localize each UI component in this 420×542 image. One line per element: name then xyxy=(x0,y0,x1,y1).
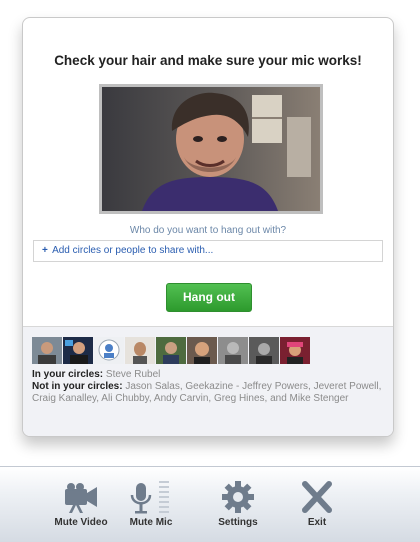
mic-level-icon xyxy=(159,481,169,513)
hang-out-button[interactable]: Hang out xyxy=(166,283,252,312)
circles-section: In your circles: Steve Rubel Not in your… xyxy=(23,326,393,436)
avatar[interactable] xyxy=(249,337,279,364)
avatar-row xyxy=(32,337,310,364)
hangout-prompt: Who do you want to hang out with? xyxy=(129,225,287,236)
settings-button[interactable]: Settings xyxy=(198,479,278,528)
hangout-dialog: Check your hair and make sure your mic w… xyxy=(22,17,394,437)
avatar[interactable] xyxy=(63,337,93,364)
avatar[interactable] xyxy=(125,337,155,364)
in-circles-people: Steve Rubel xyxy=(105,369,161,380)
avatar[interactable] xyxy=(280,337,310,364)
avatar[interactable] xyxy=(32,337,62,364)
in-circles-line: In your circles: Steve Rubel xyxy=(32,369,384,381)
avatar[interactable] xyxy=(156,337,186,364)
in-circles-label: In your circles: xyxy=(32,369,104,380)
share-with-input[interactable]: + Add circles or people to share with... xyxy=(33,240,383,262)
video-preview xyxy=(99,84,323,214)
exit-button[interactable]: Exit xyxy=(277,479,357,528)
hangout-toolbar: Mute Video Mute Mic Settings Exit xyxy=(0,466,420,542)
avatar[interactable] xyxy=(94,337,124,364)
add-icon: + xyxy=(42,245,48,256)
exit-label: Exit xyxy=(307,517,327,528)
microphone-icon xyxy=(130,481,169,514)
avatar[interactable] xyxy=(218,337,248,364)
mute-video-label: Mute Video xyxy=(54,517,108,528)
webcam-image xyxy=(102,87,320,211)
avatar[interactable] xyxy=(187,337,217,364)
settings-label: Settings xyxy=(218,517,258,528)
close-icon xyxy=(302,481,332,513)
mute-mic-label: Mute Mic xyxy=(129,517,173,528)
dialog-title: Check your hair and make sure your mic w… xyxy=(54,53,362,68)
circles-info: In your circles: Steve Rubel Not in your… xyxy=(32,369,384,405)
mute-video-button[interactable]: Mute Video xyxy=(41,479,121,528)
gear-icon xyxy=(222,481,254,513)
mute-mic-button[interactable]: Mute Mic xyxy=(111,479,191,528)
not-in-circles-line: Not in your circles: Jason Salas, Geekaz… xyxy=(32,381,384,405)
share-placeholder: Add circles or people to share with... xyxy=(52,245,214,256)
not-in-circles-label: Not in your circles: xyxy=(32,381,123,392)
video-camera-icon xyxy=(65,483,97,513)
